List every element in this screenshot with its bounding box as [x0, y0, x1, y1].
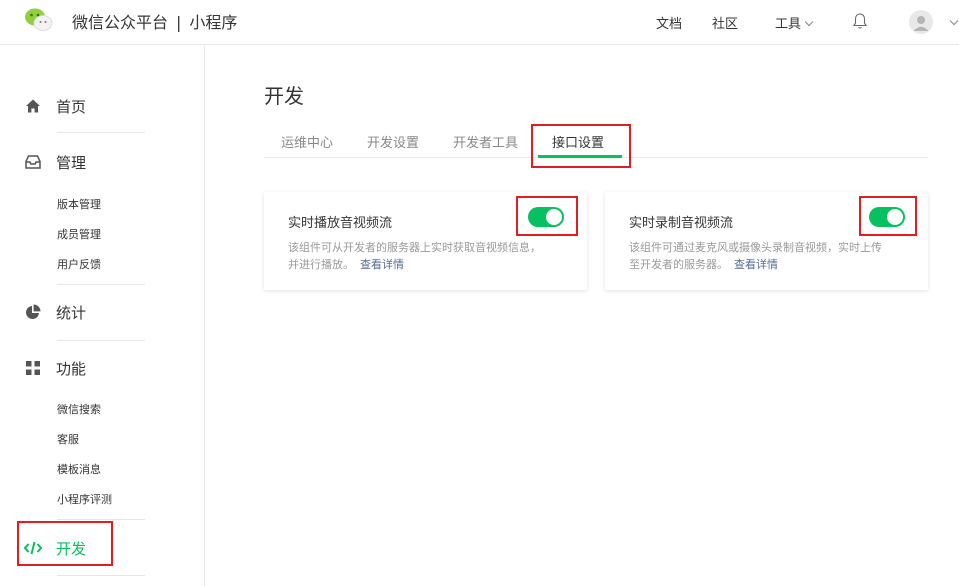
chevron-down-icon — [949, 16, 959, 26]
tab-dev-tools[interactable]: 开发者工具 — [453, 132, 518, 151]
sidebar-subitem-versions[interactable]: 版本管理 — [57, 196, 101, 212]
nav-docs-link[interactable]: 文档 — [656, 13, 682, 32]
inbox-icon — [24, 153, 42, 171]
sidebar-item-label: 管理 — [56, 153, 87, 172]
card-desc-text: 并进行播放。 — [288, 258, 354, 271]
home-icon — [24, 97, 42, 115]
bell-icon[interactable] — [852, 12, 868, 30]
highlight-box-toggle-1 — [516, 196, 578, 236]
product-name: 小程序 — [189, 13, 238, 32]
sidebar-item-features[interactable]: 功能 — [24, 356, 86, 380]
sidebar-subitem-template-messages[interactable]: 模板消息 — [57, 461, 101, 477]
sidebar-divider — [57, 519, 145, 520]
sidebar-divider — [57, 575, 145, 576]
sidebar-item-label: 首页 — [56, 97, 87, 116]
card-title: 实时录制音视频流 — [629, 216, 734, 231]
card-desc-line-2: 至开发者的服务器。 查看详情 — [629, 256, 882, 273]
sidebar-subitem-wechat-search[interactable]: 微信搜索 — [57, 401, 101, 417]
sidebar-subitem-miniprogram-review[interactable]: 小程序评测 — [57, 491, 112, 507]
tab-operations-center[interactable]: 运维中心 — [281, 132, 333, 151]
view-details-link[interactable]: 查看详情 — [734, 258, 778, 271]
brand-title[interactable]: 微信公众平台 | 小程序 — [72, 9, 237, 33]
tab-dev-settings[interactable]: 开发设置 — [367, 132, 419, 151]
grid-icon — [24, 359, 42, 377]
sidebar-divider — [57, 340, 145, 341]
sidebar-subitem-customer-service[interactable]: 客服 — [57, 431, 79, 447]
card-desc-text: 至开发者的服务器。 — [629, 258, 728, 271]
sidebar-divider — [57, 284, 145, 285]
brand-separator: | — [176, 13, 182, 32]
sidebar-item-home[interactable]: 首页 — [24, 94, 86, 118]
card-desc-line: 该组件可从开发者的服务器上实时获取音视频信息， — [288, 241, 541, 254]
card-description: 该组件可通过麦克风或摄像头录制音视频，实时上传 至开发者的服务器。 查看详情 — [629, 239, 882, 273]
chevron-down-icon — [804, 17, 814, 27]
sidebar-divider — [57, 132, 145, 133]
pie-chart-icon — [24, 303, 42, 321]
brand-name: 微信公众平台 — [72, 13, 169, 32]
user-avatar[interactable] — [909, 10, 933, 34]
highlight-box-api-settings — [531, 124, 631, 168]
highlight-box-toggle-2 — [859, 196, 917, 236]
sidebar-item-stats[interactable]: 统计 — [24, 300, 86, 324]
page-title: 开发 — [264, 84, 304, 108]
sidebar-item-manage[interactable]: 管理 — [24, 150, 86, 174]
wechat-logo-icon[interactable] — [24, 7, 54, 33]
card-desc-line-2: 并进行播放。 查看详情 — [288, 256, 541, 273]
highlight-box-develop — [17, 521, 113, 566]
sidebar-item-label: 统计 — [56, 303, 87, 322]
view-details-link[interactable]: 查看详情 — [360, 258, 404, 271]
account-menu-toggle[interactable] — [946, 16, 959, 31]
nav-tools-menu[interactable]: 工具 — [775, 13, 814, 32]
card-title: 实时播放音视频流 — [288, 216, 393, 231]
top-header: 微信公众平台 | 小程序 文档 社区 工具 — [0, 0, 959, 45]
nav-tools-label: 工具 — [775, 17, 802, 32]
sidebar-subitem-feedback[interactable]: 用户反馈 — [57, 256, 101, 272]
user-icon — [913, 16, 929, 31]
nav-community-link[interactable]: 社区 — [712, 13, 738, 32]
sidebar-item-label: 功能 — [56, 359, 87, 378]
card-desc-line: 该组件可通过麦克风或摄像头录制音视频，实时上传 — [629, 241, 882, 254]
card-description: 该组件可从开发者的服务器上实时获取音视频信息， 并进行播放。 查看详情 — [288, 239, 541, 273]
sidebar-subitem-members[interactable]: 成员管理 — [57, 226, 101, 242]
